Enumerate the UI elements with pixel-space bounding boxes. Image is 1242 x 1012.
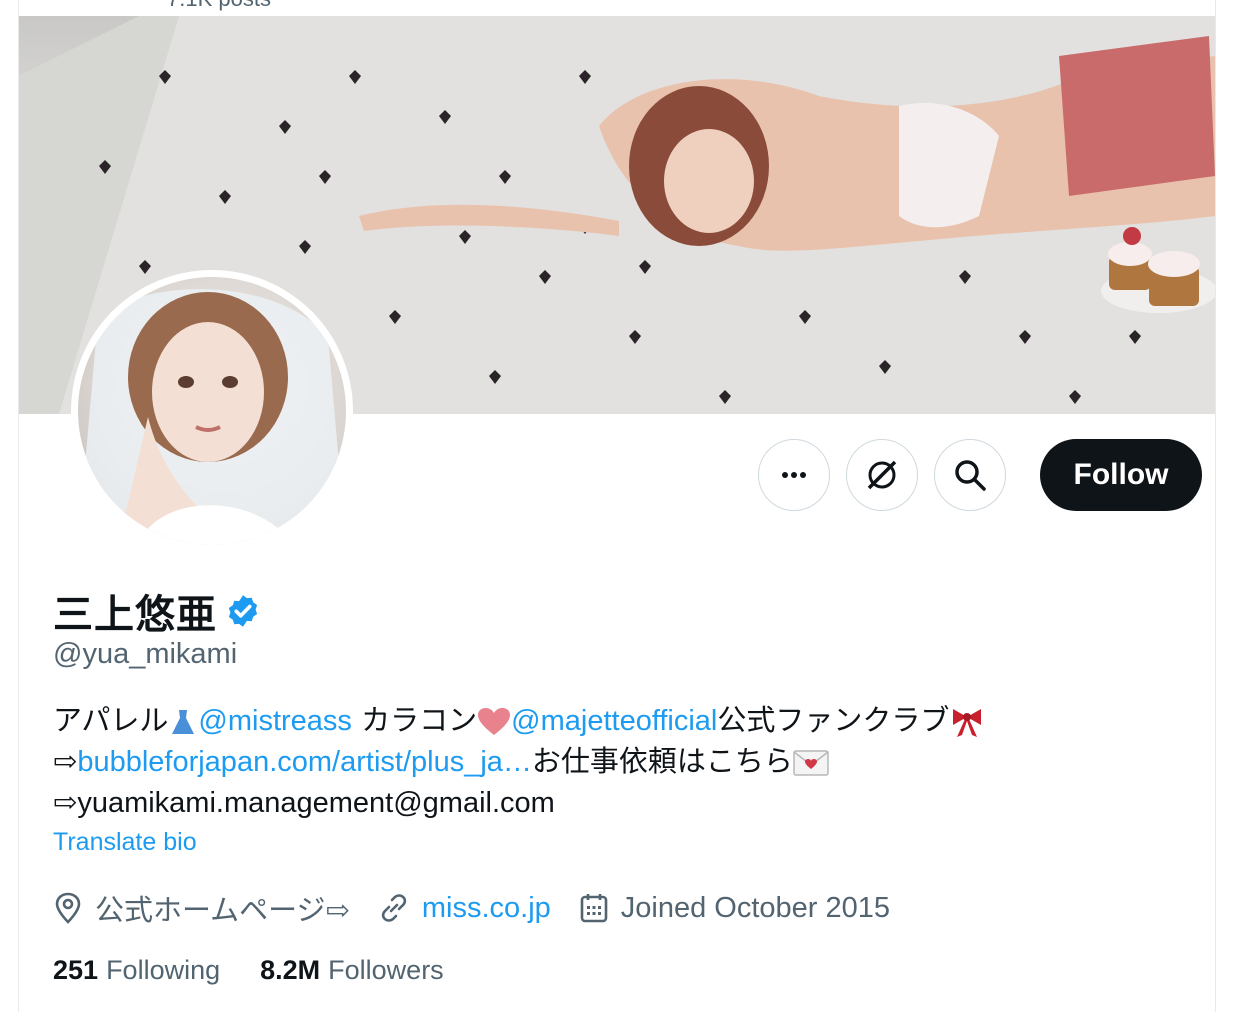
followers-count: 8.2M	[260, 955, 321, 985]
more-button[interactable]	[758, 439, 830, 511]
mention-mistreass[interactable]: @mistreass	[198, 705, 352, 737]
bio-text-fanclub: 公式ファンクラブ	[717, 703, 950, 737]
location-pin-icon	[55, 892, 81, 924]
meta-location: 公式ホームページ⇨	[53, 887, 350, 929]
profile-stats: 251 Following 8.2M Followers	[53, 955, 484, 986]
meta-joined: Joined October 2015	[579, 892, 890, 925]
ribbon-emoji-icon	[953, 709, 982, 738]
website-link[interactable]: miss.co.jp	[422, 892, 551, 925]
following-count: 251	[53, 955, 99, 985]
bio-arrow-2: ⇨	[53, 785, 78, 819]
translate-bio-link[interactable]: Translate bio	[53, 828, 197, 857]
followers-stat[interactable]: 8.2M Followers	[260, 955, 444, 986]
header-posts-strip: 7.1K posts	[19, 0, 1215, 16]
location-text: 公式ホームページ⇨	[95, 893, 350, 927]
heart-emoji-icon	[478, 708, 511, 736]
link-icon	[381, 894, 407, 922]
more-icon	[782, 472, 806, 478]
joined-text: Joined October 2015	[620, 891, 891, 924]
love-letter-emoji-icon	[793, 750, 829, 777]
mention-majetteofficial[interactable]: @majetteofficial	[511, 705, 717, 737]
bio-text-apparel: アパレル	[53, 703, 169, 737]
search-icon	[955, 460, 986, 491]
bio-email: yuamikami.management@gmail.com	[77, 787, 555, 819]
followers-label: Followers	[328, 955, 444, 985]
profile-column: 7.1K posts	[18, 0, 1216, 1012]
search-button[interactable]	[934, 439, 1006, 511]
grok-icon	[867, 460, 897, 490]
bio-arrow-1: ⇨	[53, 744, 78, 778]
meta-website[interactable]: miss.co.jp	[378, 892, 551, 925]
profile-bio: アパレル @mistreass カラコン @majetteofficial公式ファン…	[53, 700, 1173, 823]
bio-link-bubble[interactable]: bubbleforjapan.com/artist/plus_ja…	[77, 746, 532, 778]
following-stat[interactable]: 251 Following	[53, 955, 220, 986]
bio-line-3: ⇨yuamikami.management@gmail.com	[53, 782, 1173, 823]
avatar-image	[78, 289, 346, 545]
display-name-text: 三上悠亜	[53, 591, 217, 638]
bio-line-2: ⇨bubbleforjapan.com/artist/plus_ja…お仕事依頼…	[53, 741, 1173, 782]
following-label: Following	[106, 955, 221, 985]
bio-text-colorcon: カラコン	[351, 703, 478, 737]
follow-button[interactable]: Follow	[1040, 439, 1202, 511]
display-name: 三上悠亜	[53, 582, 261, 640]
profile-handle: @yua_mikami	[53, 638, 238, 670]
posts-count: 7.1K posts	[167, 0, 271, 12]
bio-text-work-inquiry: お仕事依頼はこちら	[531, 744, 793, 778]
grok-button[interactable]	[846, 439, 918, 511]
verified-badge-icon[interactable]	[225, 593, 261, 629]
calendar-icon	[580, 894, 608, 923]
dress-emoji-icon	[172, 710, 195, 735]
bio-line-1: アパレル @mistreass カラコン @majetteofficial公式ファン…	[53, 700, 1173, 741]
profile-meta: 公式ホームページ⇨ miss.co.jp Joined October 2015	[53, 884, 918, 932]
profile-avatar[interactable]	[71, 270, 353, 552]
